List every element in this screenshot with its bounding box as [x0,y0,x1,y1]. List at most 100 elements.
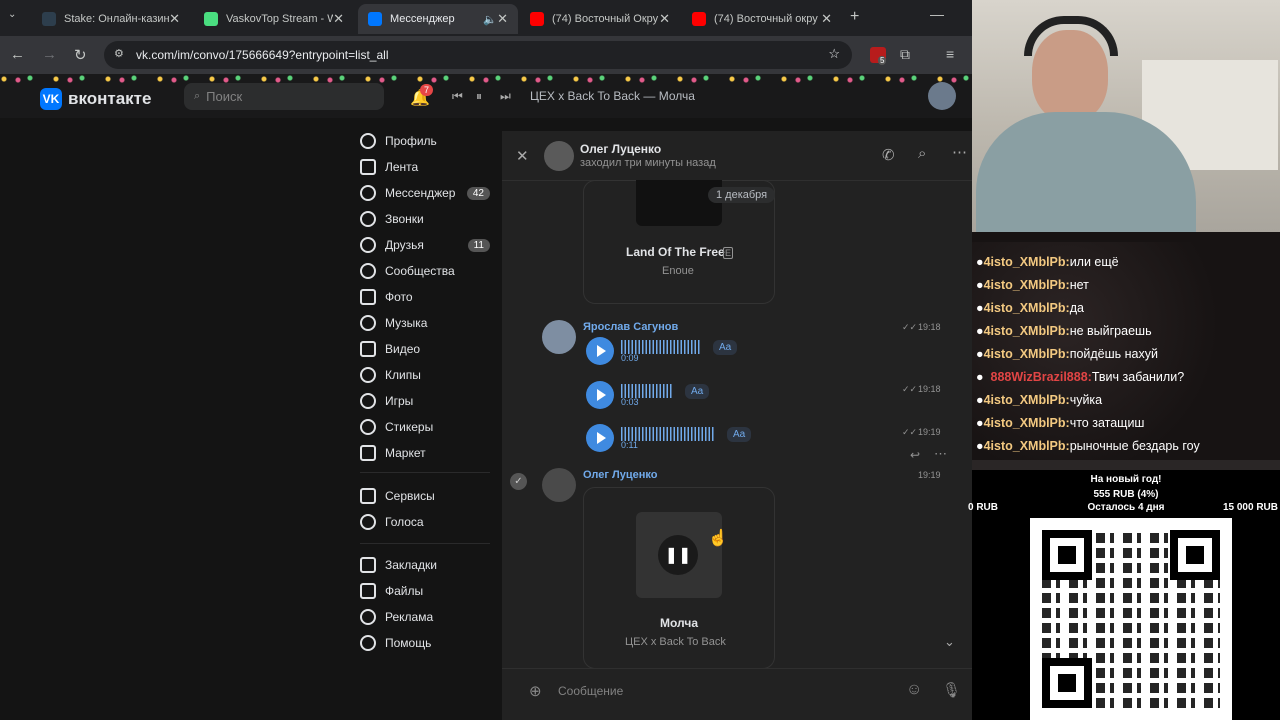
search-icon[interactable]: ⌕ [918,145,926,162]
contact-avatar[interactable] [544,141,574,171]
close-tab-icon[interactable]: ✕ [169,11,180,27]
pause-track-button[interactable]: ❚❚ [658,535,698,575]
transcribe-button[interactable]: Aa [685,384,710,399]
scroll-down-icon[interactable]: ⌄ [944,634,955,650]
menu-item-services[interactable]: Сервисы [360,485,490,507]
tab-title: VaskovTop Stream - W [226,13,334,25]
menu-item-music[interactable]: Музыка [360,312,490,334]
voice-play-button[interactable] [586,424,614,452]
garland-decoration [0,74,972,84]
user-avatar[interactable] [928,82,956,110]
reading-list-icon[interactable]: ≡ [946,46,954,62]
youtube-favicon-icon [692,12,706,26]
forward-icon[interactable]: → [42,46,57,63]
read-check-icon: ✓✓ [902,322,918,332]
track-title[interactable]: Молча [660,616,698,630]
bookmark-star-icon[interactable]: ☆ [828,46,840,62]
sender-avatar[interactable] [542,320,576,354]
url-text: vk.com/im/convo/175666649?entrypoint=lis… [136,48,389,62]
voice-play-button[interactable] [586,381,614,409]
donation-qr-code [1030,518,1232,720]
services-icon [360,488,376,504]
menu-item-friends[interactable]: Друзья 11 [360,234,490,256]
games-icon [360,393,376,409]
microphone-icon[interactable]: 🎙 [942,681,961,699]
select-message-checkbox[interactable]: ✓ [510,473,527,490]
track-title[interactable]: Land Of The Free [626,245,725,259]
sender-avatar[interactable] [542,468,576,502]
track-artist[interactable]: ЦЕХ x Back To Back [625,636,726,648]
notifications-badge: 7 [420,84,434,96]
menu-item-ads[interactable]: Реклама [360,606,490,628]
prev-track-icon[interactable]: ⏮ [452,89,463,104]
menu-item-feed[interactable]: Лента [360,156,490,178]
tab-youtube-2[interactable]: (74) Восточный окру ✕ [682,4,842,34]
more-options-icon[interactable]: ⋯ [952,143,967,161]
vk-logo[interactable]: VK вконтакте [40,88,151,110]
chat-header: ✕ Олег Луценко заходил три минуты назад … [502,131,972,181]
mouse-cursor-icon: ☝ [708,530,728,547]
voice-waveform[interactable] [621,384,673,398]
tab-vaskovtop[interactable]: VaskovTop Stream - W ✕ [194,4,354,34]
reload-icon[interactable]: ↻ [74,46,87,64]
close-tab-icon[interactable]: ✕ [821,11,832,27]
album-cover[interactable] [636,180,722,226]
menu-item-bookmarks[interactable]: Закладки [360,554,490,576]
voice-waveform[interactable] [621,340,701,354]
sender-name[interactable]: Олег Луценко [583,469,657,481]
tab-stake[interactable]: Stake: Онлайн-казино ✕ [32,4,190,34]
voice-waveform[interactable] [621,427,715,441]
message-input[interactable]: Сообщение [558,684,623,698]
extensions-puzzle-icon[interactable]: ⧉ [900,46,910,63]
next-track-icon[interactable]: ⏭ [500,89,511,104]
message-actions-icon[interactable]: ⋯ [934,446,947,462]
message-composer: ⊕ Сообщение ☺ 🎙 [502,668,972,720]
new-tab-button[interactable]: + [850,8,859,26]
close-chat-icon[interactable]: ✕ [516,147,529,165]
back-icon[interactable]: ← [10,46,25,63]
reply-icon[interactable]: ↩ [910,448,920,462]
menu-item-files[interactable]: Файлы [360,580,490,602]
menu-item-votes[interactable]: Голоса [360,511,490,533]
menu-item-games[interactable]: Игры [360,390,490,412]
close-tab-icon[interactable]: ✕ [333,11,344,27]
browser-tab-bar: ⌄ Stake: Онлайн-казино ✕ VaskovTop Strea… [0,0,972,36]
voice-duration: 0:09 [621,353,639,363]
minimize-icon[interactable]: — [930,6,944,22]
address-bar[interactable]: ⚙ vk.com/im/convo/175666649?entrypoint=l… [104,41,852,69]
menu-label: Маркет [385,446,426,460]
menu-label: Музыка [385,316,428,330]
tab-title: Stake: Онлайн-казино [64,13,170,25]
pause-icon[interactable]: ⏸ [476,89,482,104]
menu-item-help[interactable]: Помощь [360,632,490,654]
player-track-title[interactable]: ЦЕХ x Back To Back — Молча [530,89,695,103]
tab-list-chevron-icon[interactable]: ⌄ [8,9,24,25]
close-tab-icon[interactable]: ✕ [659,11,670,27]
menu-label: Сообщества [385,264,455,278]
menu-item-photos[interactable]: Фото [360,286,490,308]
menu-item-profile[interactable]: Профиль [360,130,490,152]
call-phone-icon[interactable]: ✆ [882,146,895,164]
sender-name[interactable]: Ярослав Сагунов [583,321,678,333]
menu-item-video[interactable]: Видео [360,338,490,360]
menu-item-clips[interactable]: Клипы [360,364,490,386]
transcribe-button[interactable]: Aa [713,340,738,355]
contact-name[interactable]: Олег Луценко [580,142,661,156]
emoji-icon[interactable]: ☺ [906,681,922,699]
track-artist[interactable]: Enoue [662,265,694,277]
voice-play-button[interactable] [586,337,614,365]
menu-item-messenger[interactable]: Мессенджер 42 [360,182,490,204]
attach-plus-icon[interactable]: ⊕ [529,682,542,700]
menu-item-stickers[interactable]: Стикеры [360,416,490,438]
tab-youtube-1[interactable]: (74) Восточный Окру ✕ [520,4,680,34]
close-tab-icon[interactable]: ✕ [497,11,508,27]
transcribe-button[interactable]: Aa [727,427,752,442]
audio-playing-icon[interactable]: 🔈 [483,13,497,26]
menu-item-calls[interactable]: Звонки [360,208,490,230]
vk-search-input[interactable]: ⌕ Поиск [184,83,384,110]
feed-icon [360,159,376,175]
menu-item-communities[interactable]: Сообщества [360,260,490,282]
tab-messenger[interactable]: Мессенджер 🔈 ✕ [358,4,518,34]
site-info-icon[interactable]: ⚙ [114,47,124,60]
menu-item-market[interactable]: Маркет [360,442,490,464]
